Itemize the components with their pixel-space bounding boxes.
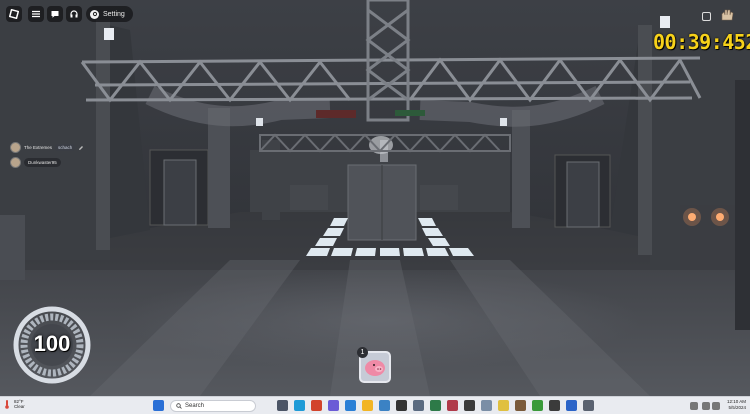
player-entry[interactable]: Dunkwaster95 xyxy=(10,157,61,168)
system-clock[interactable]: 12:10 AM 5/5/2024 xyxy=(722,399,746,411)
player-entry[interactable]: The Extremes schach xyxy=(10,142,84,153)
setting-label: Setting xyxy=(103,10,125,18)
app-icon[interactable] xyxy=(515,400,526,411)
file-explorer-icon[interactable] xyxy=(362,400,373,411)
roblox-menu-button[interactable] xyxy=(6,6,22,22)
roblox-logo-icon xyxy=(9,9,19,19)
game-window: Setting 00:39:452 The Extremes schach Du… xyxy=(0,0,750,414)
game-viewport[interactable] xyxy=(0,0,750,396)
player-name: Dunkwaster95 xyxy=(24,158,61,167)
taskbar: 82°F Clear Search 12:10 AM 5/5/2024 xyxy=(0,396,750,414)
player-name: The Extremes xyxy=(24,145,53,150)
app-icon[interactable] xyxy=(464,400,475,411)
avatar xyxy=(10,142,21,153)
task-view-icon[interactable] xyxy=(277,400,288,411)
chrome-icon[interactable] xyxy=(311,400,322,411)
terminal-icon[interactable] xyxy=(396,400,407,411)
copilot-icon[interactable] xyxy=(328,400,339,411)
race-timer: 00:39:452 xyxy=(653,30,750,54)
chat-button[interactable] xyxy=(47,6,63,22)
app-icon[interactable] xyxy=(447,400,458,411)
start-icon[interactable] xyxy=(153,400,164,411)
app-icon[interactable] xyxy=(549,400,560,411)
avatar xyxy=(10,157,21,168)
roblox-icon[interactable] xyxy=(583,400,594,411)
steam-icon[interactable] xyxy=(379,400,390,411)
minecraft-icon[interactable] xyxy=(532,400,543,411)
menu-icon xyxy=(32,10,40,18)
chat-icon xyxy=(51,11,59,18)
player-tag: schach xyxy=(55,144,76,151)
square-outline-icon[interactable] xyxy=(702,12,711,21)
gauge-value: 100 xyxy=(33,331,71,356)
app-icon[interactable] xyxy=(481,400,492,411)
edge-icon[interactable] xyxy=(294,400,305,411)
weather-desc: Clear xyxy=(14,404,25,409)
wifi-icon[interactable] xyxy=(690,402,698,410)
setting-button[interactable]: Setting xyxy=(86,6,133,22)
edit-pencil-icon xyxy=(79,145,84,150)
search-placeholder: Search xyxy=(185,403,205,409)
search-box[interactable]: Search xyxy=(170,400,256,412)
menu-button[interactable] xyxy=(28,6,44,22)
hotbar-slot-number: 1 xyxy=(357,347,368,358)
thermometer-icon xyxy=(5,400,9,409)
search-icon xyxy=(176,403,182,409)
settings-gear-icon xyxy=(90,9,99,19)
speaker-icon[interactable] xyxy=(702,402,710,410)
clock-date: 5/5/2024 xyxy=(728,405,746,410)
pig-item-icon xyxy=(365,360,385,376)
weather-widget[interactable]: 82°F Clear xyxy=(3,399,25,409)
voice-button[interactable] xyxy=(66,6,82,22)
store-icon[interactable] xyxy=(345,400,356,411)
wave-hand-icon[interactable] xyxy=(719,8,735,22)
app-icon[interactable] xyxy=(430,400,441,411)
headset-icon xyxy=(70,10,78,18)
app-icon[interactable] xyxy=(498,400,509,411)
battery-icon[interactable] xyxy=(712,402,720,410)
app-icon[interactable] xyxy=(413,400,424,411)
app-icon[interactable] xyxy=(566,400,577,411)
